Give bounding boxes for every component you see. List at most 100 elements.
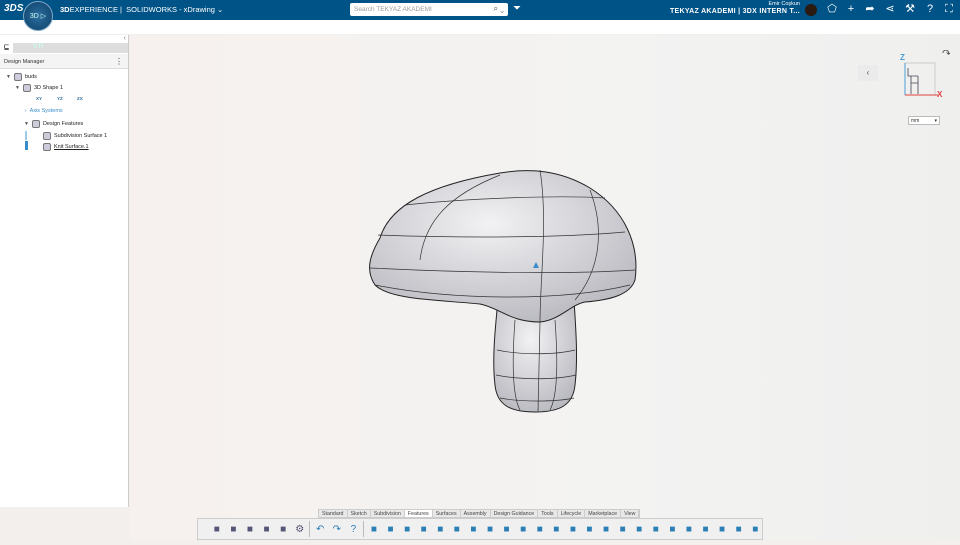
tree-item-xy-plane[interactable]: XY	[36, 96, 42, 101]
tree-tab-icon[interactable]: ⊑	[0, 43, 13, 53]
intersect-icon[interactable]: ■	[666, 522, 680, 536]
tree-item-design-features[interactable]: ▼ Design Features	[24, 120, 83, 128]
undo-icon[interactable]: ↶	[313, 522, 327, 536]
expand-icon[interactable]: ▼	[15, 85, 20, 91]
features-icon	[31, 120, 40, 128]
search-input[interactable]: Search TEKYAZ AKADEMI ⌕ ⌄	[350, 3, 508, 16]
tenant-name: TEKYAZ AKADEMI | 3DX INTERN T...	[669, 8, 800, 15]
fillet-icon[interactable]: ■	[483, 522, 497, 536]
app-title[interactable]: 3DEXPERIENCE | SOLIDWORKS - xDrawing ⌄	[60, 5, 223, 14]
product-icon	[13, 73, 22, 81]
wrap-icon[interactable]: ■	[599, 522, 613, 536]
tab-standard[interactable]: Standard	[319, 510, 348, 517]
chevron-down-icon[interactable]: ⌄	[217, 5, 223, 14]
knit-icon	[43, 143, 51, 151]
pattern-icon[interactable]: ■	[566, 522, 580, 536]
save-icon[interactable]: ■	[227, 522, 241, 536]
user-info[interactable]: Emir Coşkun TEKYAZ AKADEMI | 3DX INTERN T…	[670, 1, 800, 15]
tab-surfaces[interactable]: Surfaces	[433, 510, 461, 517]
boss-icon[interactable]: ■	[433, 522, 447, 536]
help-icon[interactable]: ?	[347, 522, 361, 536]
combine-icon[interactable]: ■	[649, 522, 663, 536]
tree-item-zx-plane[interactable]: ZX	[77, 96, 83, 101]
move-icon[interactable]: ■	[682, 522, 696, 536]
tree-item-knit-surface[interactable]: Knit Surface.1	[43, 143, 89, 151]
tab-lifecycle[interactable]: Lifecycle	[558, 510, 586, 517]
collapse-panel-icon[interactable]: ‹	[124, 35, 126, 42]
scale-icon[interactable]: ■	[699, 522, 713, 536]
design-manager-panel: ‹ ⊑ Design Manager ⋮ ▼ buds ▼ 3D Shape 1 XY…	[0, 35, 129, 507]
settings-icon[interactable]: ⚙	[293, 522, 307, 536]
chamfer-icon[interactable]: ■	[500, 522, 514, 536]
tools-icon[interactable]: ⚒	[903, 3, 917, 16]
tree-label: Subdivision Surface 1	[54, 133, 108, 139]
dome-icon[interactable]: ■	[616, 522, 630, 536]
thicken-icon[interactable]: ■	[715, 522, 729, 536]
open-icon[interactable]: ■	[210, 522, 224, 536]
search-placeholder: Search TEKYAZ AKADEMI	[354, 6, 432, 13]
tree-label: Axis Systems	[29, 108, 63, 114]
view-orientation-widget[interactable]: ↶ ↷ Z X	[900, 50, 950, 100]
print-icon[interactable]: ■	[276, 522, 290, 536]
sweep-icon[interactable]: ■	[400, 522, 414, 536]
share-icon[interactable]: ⋖	[883, 3, 897, 16]
rib-icon[interactable]: ■	[583, 522, 597, 536]
tree-item-yz-plane[interactable]: YZ	[57, 96, 63, 101]
cut-icon[interactable]: ■	[450, 522, 464, 536]
tree-item-axis-systems[interactable]: › Axis Systems	[25, 108, 63, 114]
avatar[interactable]	[805, 4, 817, 16]
ribbon-toolbar: ■ ■ ■ ■ ■ ⚙ ↶ ↷? ■ ■ ■ ■ ■ ■ ■ ■ ■ ■ ■ ■ ■ ■ ■ ■ ■ ■ ■ ■ ■ ■ ■ ■	[197, 518, 763, 540]
app-name: SOLIDWORKS - xDrawing	[126, 5, 215, 14]
yz-plane-icon: YZ	[57, 96, 63, 101]
shell-icon[interactable]: ■	[467, 522, 481, 536]
xy-plane-icon: XY	[36, 96, 43, 101]
tab-tools[interactable]: Tools	[538, 510, 558, 517]
mirror-icon[interactable]: ■	[550, 522, 564, 536]
extrude-icon[interactable]: ■	[367, 522, 381, 536]
tree-item-buds[interactable]: ▼ buds	[6, 73, 37, 81]
tab-features[interactable]: Features	[404, 510, 433, 517]
help-icon[interactable]: ?	[923, 3, 937, 16]
compass-widget[interactable]: 3D ▷ V.R	[23, 1, 53, 50]
more-menu-icon[interactable]: ⋮	[115, 57, 123, 66]
share-tag-icon[interactable]: ⬠	[825, 3, 839, 16]
tab-marketplace[interactable]: Marketplace	[585, 510, 622, 517]
panel-tabs: ⊑	[0, 43, 128, 53]
tree-item-subdivision-surface[interactable]: Subdivision Surface 1	[43, 132, 107, 140]
search-icon[interactable]: ⌕ ⌄	[494, 4, 504, 14]
forward-icon[interactable]: ➦	[863, 3, 877, 16]
tree-label: 3D Shape 1	[33, 85, 64, 91]
draft-icon[interactable]: ■	[516, 522, 530, 536]
unit-select[interactable]: mm ▾	[908, 116, 940, 125]
surface-icon[interactable]: ■	[732, 522, 746, 536]
export-icon[interactable]: ■	[260, 522, 274, 536]
user-name: Emir Coşkun	[768, 1, 800, 7]
tab-sketch[interactable]: Sketch	[348, 510, 371, 517]
fullscreen-icon[interactable]: ⛶	[942, 3, 956, 16]
subdivision-icon	[43, 132, 51, 140]
revolve-icon[interactable]: ■	[384, 522, 398, 536]
tab-assembly[interactable]: Assembly	[461, 510, 491, 517]
tree-item-3d-shape[interactable]: ▼ 3D Shape 1	[15, 84, 63, 92]
redo-icon[interactable]: ↷	[330, 522, 344, 536]
knit-icon[interactable]: ■	[748, 522, 762, 536]
expand-icon[interactable]: ▼	[24, 121, 29, 127]
collapse-right-icon[interactable]: ‹	[858, 65, 878, 81]
brand-bold: 3D	[60, 5, 70, 14]
3d-viewport[interactable]	[130, 35, 960, 540]
tag-icon[interactable]: ⏷	[513, 3, 521, 14]
split-icon[interactable]: ■	[632, 522, 646, 536]
tree-label: Knit Surface.1	[54, 144, 89, 150]
hole-icon[interactable]: ■	[533, 522, 547, 536]
save-as-icon[interactable]: ■	[243, 522, 257, 536]
tab-subdivision[interactable]: Subdivision	[371, 510, 405, 517]
tab-design-guidance[interactable]: Design Guidance	[491, 510, 539, 517]
chevron-right-icon[interactable]: ›	[25, 108, 27, 114]
model-render[interactable]	[130, 35, 960, 540]
add-icon[interactable]: +	[844, 3, 858, 16]
feature-tree: ▼ buds ▼ 3D Shape 1 XY YZ ZX › Axis Systems…	[0, 71, 128, 155]
ds-logo[interactable]: 3DS	[4, 3, 23, 14]
expand-icon[interactable]: ▼	[6, 74, 11, 80]
tab-view[interactable]: View	[621, 510, 640, 517]
loft-icon[interactable]: ■	[417, 522, 431, 536]
